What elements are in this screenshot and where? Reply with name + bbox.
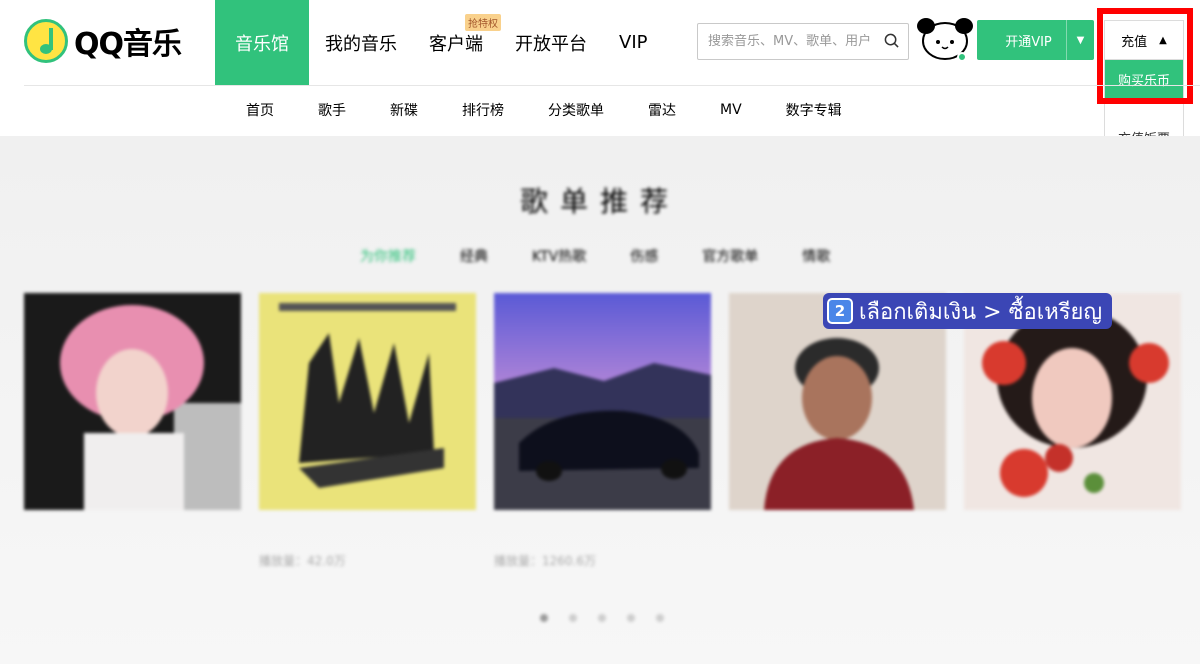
nav-item-open-platform[interactable]: 开放平台 bbox=[499, 0, 603, 85]
nav-label: 音乐馆 bbox=[235, 33, 289, 55]
section-title: 歌单推荐 bbox=[519, 185, 680, 218]
sub-nav-item[interactable]: 首页 bbox=[230, 86, 290, 134]
sub-nav-item[interactable]: 排行榜 bbox=[446, 86, 520, 134]
sub-nav-item[interactable]: 雷达 bbox=[632, 86, 692, 134]
instruction-annotation: 2 เลือกเติมเงิน > ซื้อเหรียญ bbox=[823, 293, 1113, 329]
search-icon[interactable] bbox=[884, 33, 899, 48]
playlist-recommendation-section: 歌单推荐 为你推荐 经典 KTV热歌 伤感 官方歌单 情歌 播放量：42.0万 … bbox=[0, 136, 1200, 664]
search-input[interactable] bbox=[708, 34, 878, 49]
pagination-dot[interactable] bbox=[627, 614, 635, 622]
search-box bbox=[697, 23, 909, 60]
annotation-text: เลือกเติมเงิน > ซื้อเหรียญ bbox=[859, 299, 1103, 325]
step-number-badge: 2 bbox=[827, 298, 853, 324]
pagination-dot[interactable] bbox=[598, 614, 606, 622]
music-note-logo-icon bbox=[24, 19, 68, 63]
nav-label: VIP bbox=[619, 32, 648, 53]
nav-label: 开放平台 bbox=[515, 33, 587, 55]
online-status-dot bbox=[957, 52, 967, 62]
nav-item-my-music[interactable]: 我的音乐 bbox=[309, 0, 413, 85]
play-count: 播放量：1260.6万 bbox=[494, 554, 596, 568]
qq-music-logo[interactable]: QQ音乐 bbox=[24, 18, 182, 64]
tab-recommended[interactable]: 为你推荐 bbox=[338, 246, 438, 266]
playlist-card[interactable] bbox=[964, 293, 1181, 569]
tab-ktv[interactable]: KTV热歌 bbox=[510, 246, 608, 266]
nav-item-music-hall[interactable]: 音乐馆 bbox=[215, 0, 309, 85]
sub-nav-item[interactable]: 新碟 bbox=[374, 86, 434, 134]
tab-sad[interactable]: 伤感 bbox=[608, 246, 680, 266]
pagination-dot[interactable] bbox=[656, 614, 664, 622]
playlist-title[interactable] bbox=[494, 532, 711, 546]
play-count: 播放量：42.0万 bbox=[259, 554, 346, 568]
nav-item-vip[interactable]: VIP bbox=[603, 0, 663, 85]
nav-item-client[interactable]: 客户端 抢特权 bbox=[413, 0, 501, 85]
playlist-title[interactable] bbox=[964, 532, 1181, 546]
chevron-down-icon[interactable]: ▼ bbox=[1066, 20, 1094, 60]
pagination-dot[interactable] bbox=[569, 614, 577, 622]
main-nav: 音乐馆 我的音乐 客户端 抢特权 开放平台 VIP bbox=[215, 0, 663, 85]
sub-nav-item[interactable]: 歌手 bbox=[302, 86, 362, 134]
logo-text: QQ音乐 bbox=[74, 27, 182, 62]
playlist-cover-image[interactable] bbox=[494, 293, 711, 510]
playlist-title[interactable] bbox=[259, 532, 476, 546]
playlist-cards: 播放量：42.0万 播放量：1260.6万 bbox=[24, 293, 1181, 569]
tab-classic[interactable]: 经典 bbox=[438, 246, 510, 266]
menu-item-buy-coins[interactable]: 购买乐币 bbox=[1105, 60, 1183, 98]
pagination-dot[interactable] bbox=[540, 614, 548, 622]
tab-official[interactable]: 官方歌单 bbox=[680, 246, 780, 266]
chevron-up-icon: ▲ bbox=[1159, 34, 1167, 46]
open-vip-button[interactable]: 开通VIP ▼ bbox=[977, 20, 1094, 60]
playlist-title[interactable] bbox=[729, 532, 946, 546]
sub-nav-item[interactable]: MV bbox=[704, 86, 758, 134]
recharge-button[interactable]: 充值 ▲ bbox=[1104, 20, 1184, 60]
recharge-label: 充值 bbox=[1121, 34, 1148, 50]
sub-nav-item[interactable]: 分类歌单 bbox=[532, 86, 620, 134]
playlist-title[interactable] bbox=[24, 532, 241, 546]
sub-nav: 首页 歌手 新碟 排行榜 分类歌单 雷达 MV 数字专辑 bbox=[230, 86, 870, 134]
privilege-badge: 抢特权 bbox=[465, 14, 501, 31]
playlist-card[interactable] bbox=[729, 293, 946, 569]
playlist-cover-image[interactable] bbox=[24, 293, 241, 510]
category-tabs: 为你推荐 经典 KTV热歌 伤感 官方歌单 情歌 bbox=[338, 246, 852, 266]
sub-nav-item[interactable]: 数字专辑 bbox=[770, 86, 858, 134]
playlist-card[interactable]: 播放量：1260.6万 bbox=[494, 293, 711, 569]
tab-love-songs[interactable]: 情歌 bbox=[780, 246, 852, 266]
nav-label: 客户端 bbox=[429, 33, 483, 55]
top-header: QQ音乐 音乐馆 我的音乐 客户端 抢特权 开放平台 VIP 开通VIP ▼ 充… bbox=[0, 0, 1200, 157]
nav-label: 我的音乐 bbox=[325, 33, 397, 55]
playlist-card[interactable] bbox=[24, 293, 241, 569]
playlist-card[interactable]: 播放量：42.0万 bbox=[259, 293, 476, 569]
carousel-pagination bbox=[540, 614, 664, 622]
playlist-cover-image[interactable] bbox=[259, 293, 476, 510]
